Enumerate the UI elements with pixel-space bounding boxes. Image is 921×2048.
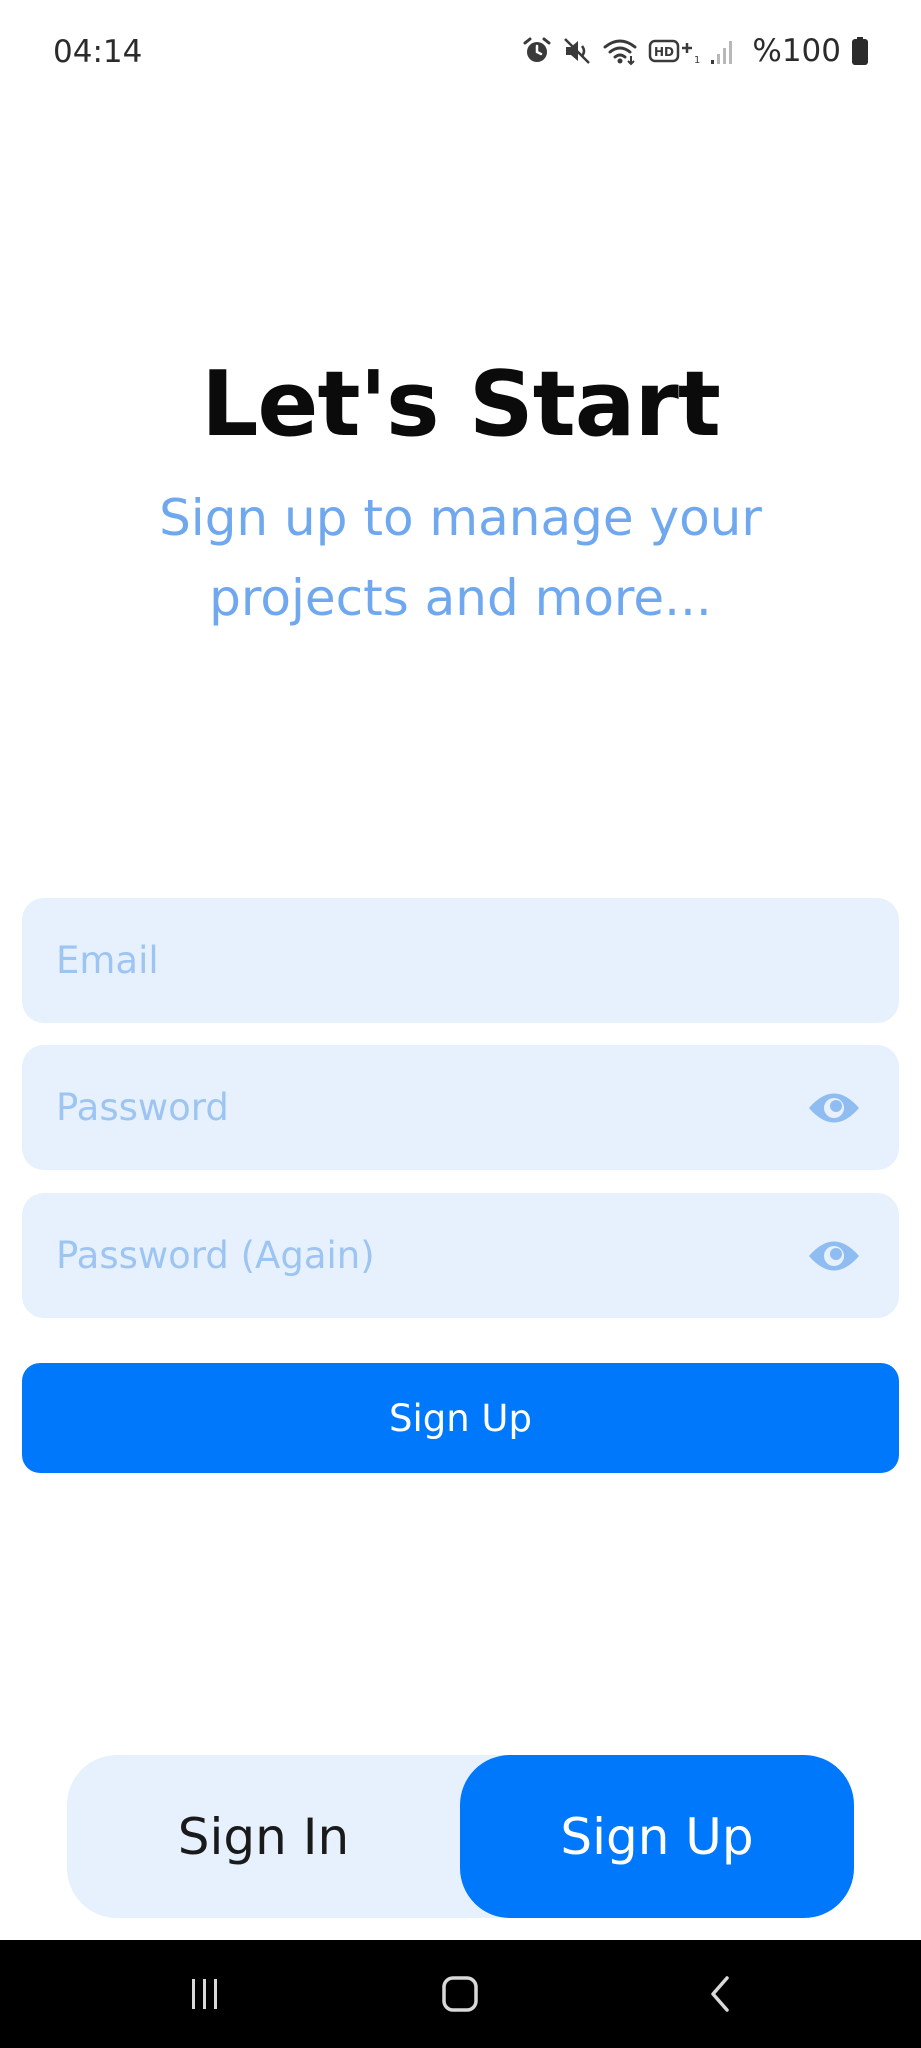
email-input[interactable] bbox=[56, 898, 796, 1023]
show-password-again-eye-icon[interactable] bbox=[807, 1233, 861, 1279]
password-again-input[interactable] bbox=[56, 1193, 796, 1318]
home-button[interactable] bbox=[415, 1940, 505, 2048]
svg-text:1: 1 bbox=[694, 55, 700, 66]
mute-icon bbox=[562, 36, 592, 66]
recent-apps-button[interactable] bbox=[160, 1940, 250, 2048]
password-input[interactable] bbox=[56, 1045, 796, 1170]
system-navigation-bar bbox=[0, 1940, 921, 2048]
hd-voice-icon: HD 1 bbox=[648, 36, 700, 66]
password-field[interactable] bbox=[22, 1045, 899, 1170]
recent-apps-icon bbox=[192, 1979, 217, 2009]
sign-in-tab[interactable]: Sign In bbox=[67, 1755, 460, 1918]
battery-level: %100 bbox=[752, 33, 841, 69]
back-button[interactable] bbox=[675, 1940, 765, 2048]
home-icon bbox=[442, 1976, 478, 2012]
status-icons: HD 1 %100 bbox=[522, 31, 869, 71]
signal-icon bbox=[710, 36, 736, 66]
sign-up-tab[interactable]: Sign Up bbox=[460, 1755, 854, 1918]
email-field[interactable] bbox=[22, 898, 899, 1023]
battery-icon bbox=[851, 36, 869, 66]
status-time: 04:14 bbox=[53, 34, 143, 70]
show-password-eye-icon[interactable] bbox=[807, 1085, 861, 1131]
page-subtitle: Sign up to manage your projects and more… bbox=[159, 489, 762, 627]
wifi-icon bbox=[602, 36, 638, 66]
svg-text:HD: HD bbox=[654, 45, 674, 59]
page-title: Let's Start bbox=[201, 352, 721, 457]
alarm-icon bbox=[522, 36, 552, 66]
auth-mode-switch: Sign In Sign Up bbox=[67, 1755, 854, 1918]
password-again-field[interactable] bbox=[22, 1193, 899, 1318]
status-bar: 04:14 HD 1 %100 bbox=[0, 0, 921, 104]
sign-up-button[interactable]: Sign Up bbox=[22, 1363, 899, 1473]
back-icon bbox=[711, 1976, 729, 2012]
